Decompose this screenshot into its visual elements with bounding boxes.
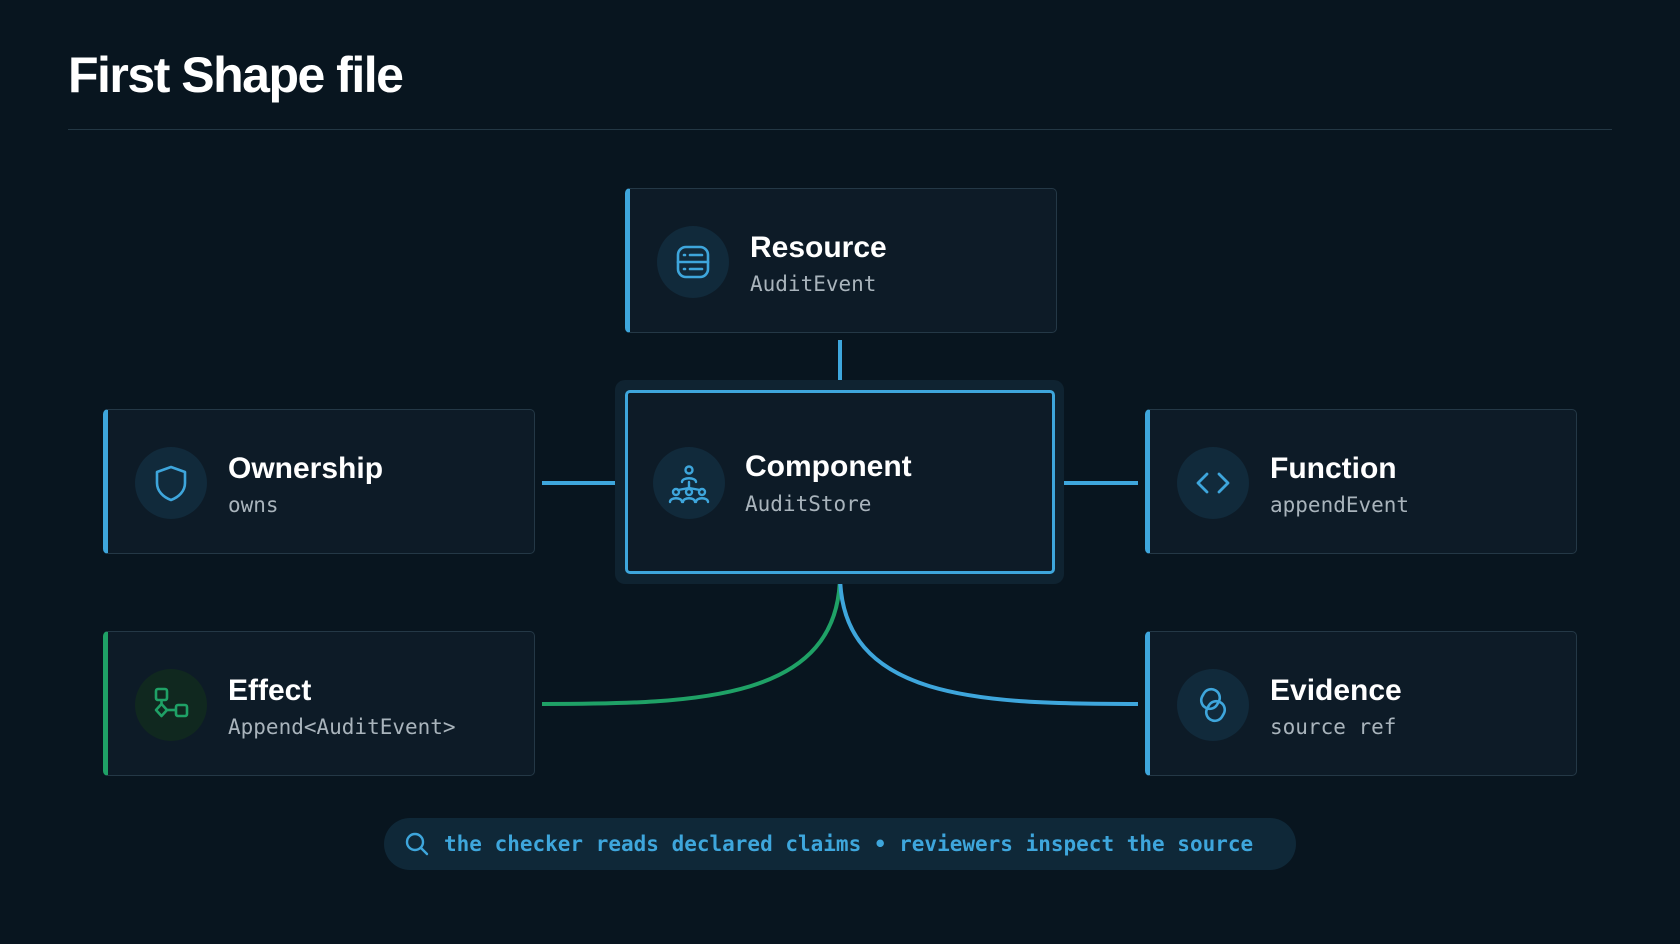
effect-value: Append<AuditEvent> [228, 715, 456, 739]
resource-label: Resource [750, 231, 887, 264]
evidence-label: Evidence [1270, 674, 1402, 707]
ownership-value: owns [228, 493, 279, 517]
resource-card[interactable]: Resource AuditEvent [625, 188, 1057, 333]
component-label: Component [745, 450, 912, 483]
evidence-card[interactable]: Evidence source ref [1145, 631, 1577, 776]
ownership-card[interactable]: Ownership owns [103, 409, 535, 554]
callout-text: the checker reads declared claims • revi… [444, 832, 1254, 856]
workflow-icon [135, 669, 207, 741]
shield-icon [135, 447, 207, 519]
component-card[interactable]: Component AuditStore [625, 390, 1055, 574]
hierarchy-icon [653, 447, 725, 519]
resource-value: AuditEvent [750, 272, 877, 296]
code-icon [1177, 447, 1249, 519]
effect-label: Effect [228, 674, 312, 707]
effect-card[interactable]: Effect Append<AuditEvent> [103, 631, 535, 776]
evidence-value: source ref [1270, 715, 1397, 739]
checker-callout: the checker reads declared claims • revi… [384, 818, 1296, 870]
function-value: appendEvent [1270, 493, 1410, 517]
search-icon [402, 829, 432, 859]
connector-effect [541, 573, 842, 706]
component-value: AuditStore [745, 492, 872, 516]
connector-evidence [838, 573, 1139, 706]
server-icon [657, 226, 729, 298]
function-card[interactable]: Function appendEvent [1145, 409, 1577, 554]
link-icon [1177, 669, 1249, 741]
function-label: Function [1270, 452, 1397, 485]
ownership-label: Ownership [228, 452, 384, 485]
